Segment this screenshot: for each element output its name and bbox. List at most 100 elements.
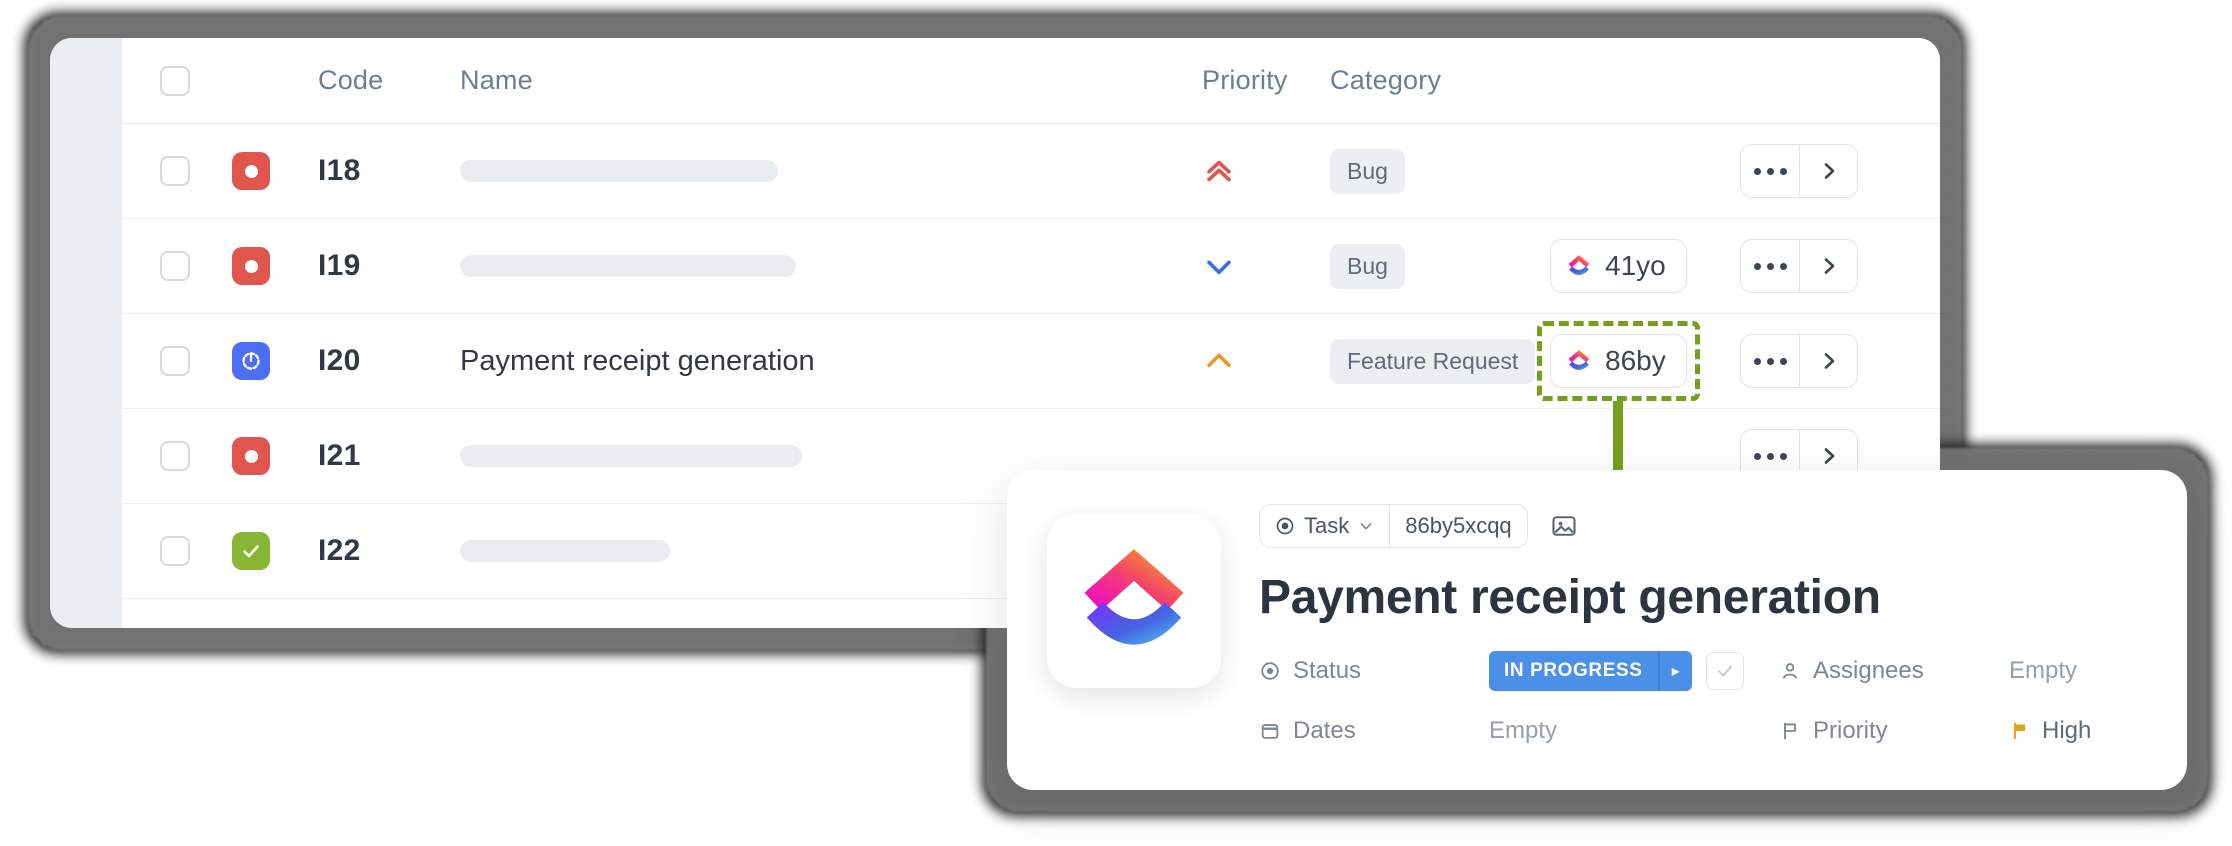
category-badge[interactable]: Feature Request xyxy=(1330,338,1536,384)
row-actions-cell[interactable] xyxy=(1740,239,1940,293)
row-type-cell[interactable] xyxy=(232,532,318,570)
clickup-tag-chip[interactable]: 86by xyxy=(1550,334,1687,388)
column-header-priority: Priority xyxy=(1202,65,1288,95)
row-name-text: Payment receipt generation xyxy=(460,344,815,377)
row-open-button[interactable] xyxy=(1799,240,1857,292)
row-select-cell[interactable] xyxy=(160,536,232,566)
row-name-cell[interactable] xyxy=(460,445,1154,467)
row-priority-cell[interactable] xyxy=(1154,154,1330,188)
task-detail-card: Task 86by5xcqq Payment receipt generatio… xyxy=(1007,470,2187,790)
more-dots-icon xyxy=(1753,167,1787,175)
header-category-cell[interactable]: Category xyxy=(1330,65,1550,96)
row-code-cell: I19 xyxy=(318,249,460,283)
status-badge-text: IN PROGRESS xyxy=(1504,660,1643,681)
table-row[interactable]: I20 Payment receipt generation Feature R… xyxy=(122,314,1940,409)
row-checkbox[interactable] xyxy=(160,156,190,186)
task-type-pill-group[interactable]: Task 86by5xcqq xyxy=(1259,504,1528,548)
row-category-cell[interactable]: Bug xyxy=(1330,148,1550,194)
column-header-name: Name xyxy=(460,65,533,95)
image-icon[interactable] xyxy=(1550,512,1578,540)
screenshot-root: Code Name Priority Category I18 Bug I19 … xyxy=(0,0,2232,846)
status-badge[interactable]: IN PROGRESS ▸ xyxy=(1489,651,1692,691)
row-tag-cell[interactable]: 41yo xyxy=(1550,239,1740,293)
flag-icon xyxy=(1779,720,1801,742)
header-code-cell[interactable]: Code xyxy=(318,65,460,96)
table-header-row: Code Name Priority Category xyxy=(122,38,1940,124)
chevron-down-icon xyxy=(1358,518,1374,534)
row-code-text: I18 xyxy=(318,154,361,187)
person-icon xyxy=(1779,660,1801,682)
row-actions-cell[interactable] xyxy=(1740,144,1940,198)
field-assignees-label-wrap: Assignees xyxy=(1779,657,2009,685)
more-dots-icon xyxy=(1753,452,1787,460)
clickup-tag-chip[interactable]: 41yo xyxy=(1550,239,1687,293)
task-fields: Status IN PROGRESS ▸ Dates Empty Assigne… xyxy=(1259,651,2147,751)
row-open-button[interactable] xyxy=(1799,145,1857,197)
row-open-button[interactable] xyxy=(1799,335,1857,387)
row-select-cell[interactable] xyxy=(160,441,232,471)
priority-low-icon[interactable] xyxy=(1202,249,1236,283)
row-action-group[interactable] xyxy=(1740,239,1858,293)
field-dates-label-wrap: Dates xyxy=(1259,717,1489,745)
row-category-cell[interactable]: Bug xyxy=(1330,243,1550,289)
row-checkbox[interactable] xyxy=(160,536,190,566)
table-row[interactable]: I19 Bug 41yo xyxy=(122,219,1940,314)
chevron-right-icon xyxy=(1824,258,1834,274)
category-badge[interactable]: Bug xyxy=(1330,243,1405,289)
row-select-cell[interactable] xyxy=(160,156,232,186)
row-type-cell[interactable] xyxy=(232,247,318,285)
row-checkbox[interactable] xyxy=(160,251,190,281)
row-code-text: I21 xyxy=(318,439,361,472)
clickup-tag-text: 41yo xyxy=(1605,250,1666,281)
row-action-group[interactable] xyxy=(1740,144,1858,198)
field-priority-value-wrap[interactable]: High xyxy=(2009,717,2091,745)
row-select-cell[interactable] xyxy=(160,251,232,281)
field-dates: Dates Empty xyxy=(1259,711,1779,751)
row-more-button[interactable] xyxy=(1741,145,1799,197)
task-type-selector[interactable]: Task xyxy=(1260,505,1389,547)
in-progress-icon xyxy=(232,342,270,380)
priority-high-icon[interactable] xyxy=(1202,344,1236,378)
column-header-code: Code xyxy=(318,65,384,95)
row-name-cell[interactable] xyxy=(460,255,1154,277)
row-category-cell[interactable]: Feature Request xyxy=(1330,338,1550,384)
row-checkbox[interactable] xyxy=(160,346,190,376)
row-code-text: I19 xyxy=(318,249,361,282)
row-name-cell[interactable] xyxy=(460,160,1154,182)
row-type-cell[interactable] xyxy=(232,437,318,475)
row-name-cell[interactable]: Payment receipt generation xyxy=(460,345,1154,378)
select-all-cell[interactable] xyxy=(160,65,232,96)
chevron-right-icon xyxy=(1824,353,1834,369)
field-priority-label-wrap: Priority xyxy=(1779,717,2009,745)
row-action-group[interactable] xyxy=(1740,334,1858,388)
field-assignees-value[interactable]: Empty xyxy=(2009,657,2077,685)
row-select-cell[interactable] xyxy=(160,346,232,376)
header-priority-cell[interactable]: Priority xyxy=(1154,65,1330,96)
row-more-button[interactable] xyxy=(1741,335,1799,387)
row-type-cell[interactable] xyxy=(232,152,318,190)
row-more-button[interactable] xyxy=(1741,240,1799,292)
field-priority-value: High xyxy=(2042,717,2092,744)
task-id-chip[interactable]: 86by5xcqq xyxy=(1389,505,1526,547)
mark-complete-button[interactable] xyxy=(1705,652,1744,690)
row-name-placeholder xyxy=(460,255,796,277)
select-all-checkbox[interactable] xyxy=(160,65,190,96)
field-dates-value[interactable]: Empty xyxy=(1489,717,1557,745)
row-actions-cell[interactable] xyxy=(1740,334,1940,388)
priority-urgent-icon[interactable] xyxy=(1202,154,1236,188)
row-name-placeholder xyxy=(460,160,778,182)
task-meta-row: Task 86by5xcqq xyxy=(1259,504,2147,548)
row-type-cell[interactable] xyxy=(232,342,318,380)
row-code-text: I22 xyxy=(318,534,361,567)
row-priority-cell[interactable] xyxy=(1154,344,1330,378)
field-dates-label: Dates xyxy=(1293,717,1356,744)
row-tag-cell[interactable]: 86by xyxy=(1550,334,1740,388)
clickup-logo-tile xyxy=(1047,514,1221,688)
status-next-arrow-icon[interactable]: ▸ xyxy=(1657,651,1692,691)
header-name-cell[interactable]: Name xyxy=(460,65,1154,96)
table-row[interactable]: I18 Bug xyxy=(122,124,1940,219)
field-status-label: Status xyxy=(1293,657,1362,684)
row-priority-cell[interactable] xyxy=(1154,249,1330,283)
category-badge[interactable]: Bug xyxy=(1330,148,1405,194)
row-checkbox[interactable] xyxy=(160,441,190,471)
